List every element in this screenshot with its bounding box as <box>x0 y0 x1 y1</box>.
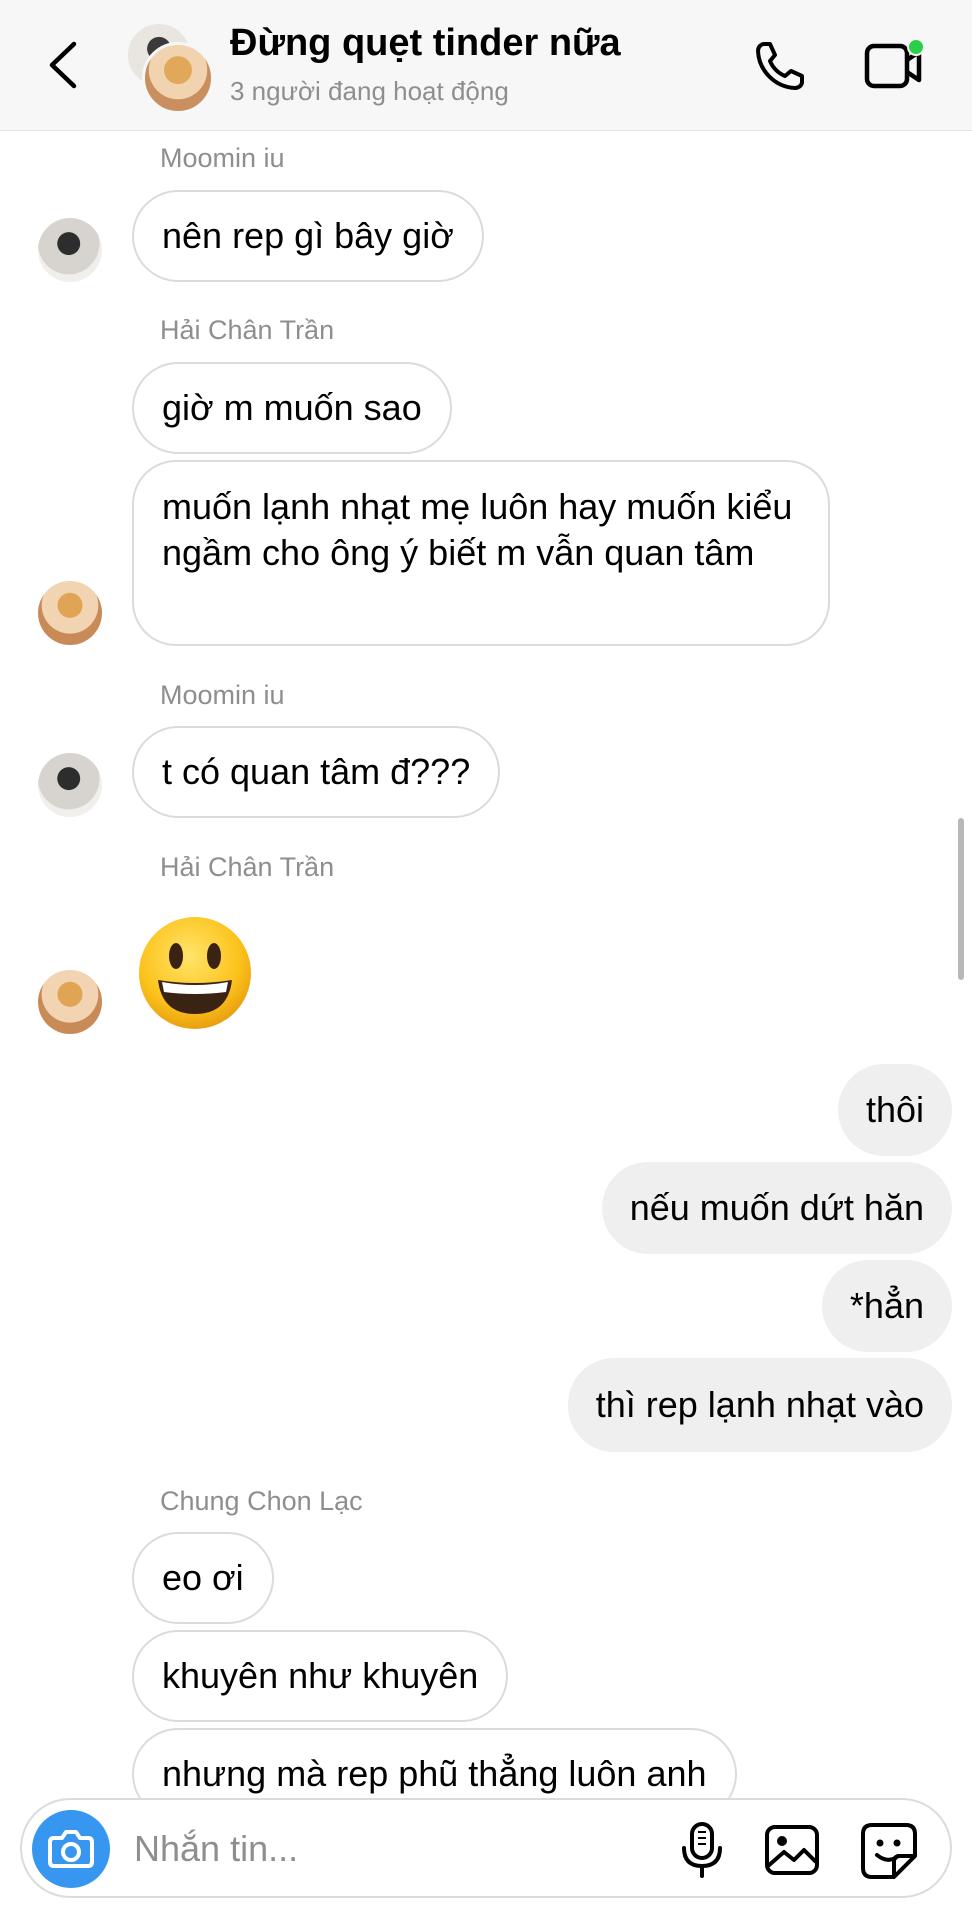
avatar[interactable] <box>38 970 102 1034</box>
message-bubble[interactable]: nên rep gì bây giờ <box>132 190 484 282</box>
message-bubble[interactable]: muốn lạnh nhạt mẹ luôn hay muốn kiểu ngầ… <box>132 460 830 646</box>
gallery-button[interactable] <box>764 1822 820 1878</box>
camera-button[interactable] <box>32 1810 110 1888</box>
sender-name: Moomin iu <box>160 143 285 173</box>
message-bubble-outgoing[interactable]: thôi <box>837 1064 952 1156</box>
back-button[interactable] <box>44 38 84 92</box>
chat-title[interactable]: Đừng quẹt tinder nữa <box>230 22 621 65</box>
avatar[interactable] <box>38 218 102 282</box>
grinning-face-emoji[interactable] <box>136 914 254 1032</box>
message-bubble[interactable]: eo ơi <box>132 1532 274 1624</box>
phone-icon <box>756 42 804 90</box>
video-call-button[interactable] <box>864 38 926 94</box>
chevron-left-icon <box>49 41 77 89</box>
video-camera-icon <box>864 38 925 89</box>
message-bubble-outgoing[interactable]: nếu muốn dứt hăn <box>601 1162 952 1254</box>
chat-header: Đừng quẹt tinder nữa 3 người đang hoạt đ… <box>0 0 972 131</box>
avatar[interactable] <box>38 753 102 817</box>
camera-icon <box>48 1830 94 1868</box>
message-bubble[interactable]: khuyên như khuyên <box>132 1630 509 1722</box>
sender-name: Moomin iu <box>160 680 285 710</box>
image-icon <box>765 1825 819 1875</box>
sender-name: Chung Chon Lạc <box>160 1486 363 1516</box>
sticker-icon <box>861 1823 917 1879</box>
voice-message-button[interactable] <box>676 1820 728 1880</box>
message-bubble-outgoing[interactable]: *hẳn <box>821 1260 952 1352</box>
group-avatar-member-2 <box>142 42 214 114</box>
message-composer <box>20 1798 952 1898</box>
message-input[interactable] <box>132 1820 676 1878</box>
message-bubble[interactable]: giờ m muốn sao <box>132 362 452 454</box>
group-avatar[interactable] <box>126 22 214 114</box>
avatar[interactable] <box>38 581 102 645</box>
active-status: 3 người đang hoạt động <box>230 76 509 106</box>
microphone-icon <box>682 1822 722 1878</box>
message-bubble[interactable]: t có quan tâm đ??? <box>132 726 501 818</box>
sticker-button[interactable] <box>860 1822 918 1880</box>
scrollbar[interactable] <box>958 818 964 980</box>
sender-name: Hải Chân Trần <box>160 852 335 882</box>
call-button[interactable] <box>752 38 808 94</box>
sender-name: Hải Chân Trần <box>160 315 335 345</box>
message-bubble-outgoing[interactable]: thì rep lạnh nhạt vào <box>567 1358 952 1452</box>
